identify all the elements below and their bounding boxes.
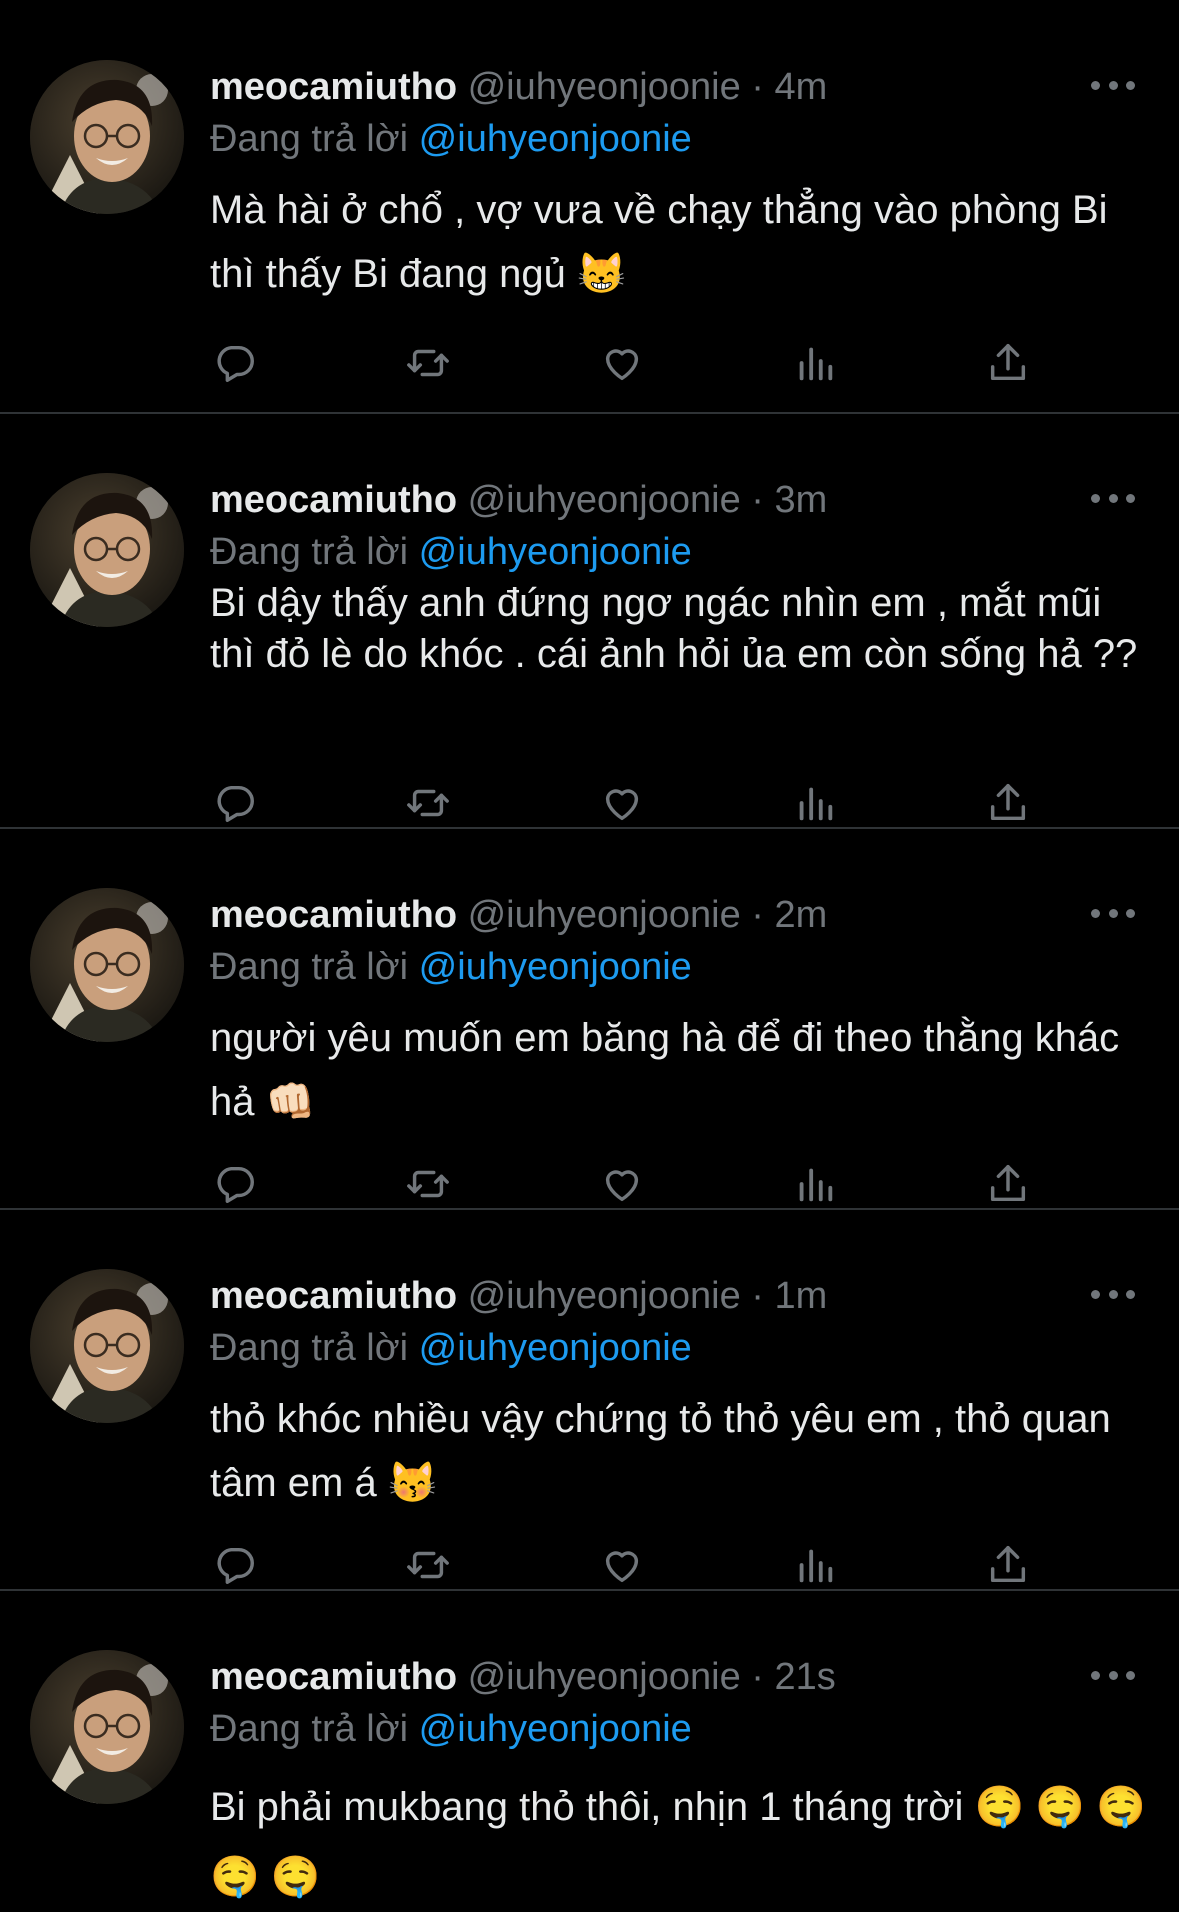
display-name[interactable]: meocamiutho xyxy=(210,1656,457,1698)
replying-to: Đang trả lời @iuhyeonjoonie xyxy=(210,942,692,992)
display-name[interactable]: meocamiutho xyxy=(210,479,457,521)
more-icon[interactable] xyxy=(1091,1279,1135,1309)
action-bar xyxy=(210,1540,1060,1590)
display-name[interactable]: meocamiutho xyxy=(210,66,457,108)
reply-mention[interactable]: @iuhyeonjoonie xyxy=(419,118,692,160)
replying-to-label: Đang trả lời xyxy=(210,1327,409,1369)
tweet[interactable]: meocamiutho @iuhyeonjoonie · 3m Đang trả… xyxy=(0,413,1179,827)
user-handle[interactable]: @iuhyeonjoonie xyxy=(468,66,741,108)
replying-to-label: Đang trả lời xyxy=(210,118,409,160)
share-icon[interactable] xyxy=(983,1159,1033,1209)
tweet-text: Bi phải mukbang thỏ thôi, nhịn 1 tháng t… xyxy=(210,1785,1147,1899)
replying-to: Đang trả lời @iuhyeonjoonie xyxy=(210,114,692,164)
retweet-icon[interactable] xyxy=(403,1540,453,1590)
user-handle[interactable]: @iuhyeonjoonie xyxy=(468,1656,741,1698)
tweet-header: meocamiutho @iuhyeonjoonie · 1m xyxy=(210,1271,827,1321)
timestamp[interactable]: 2m xyxy=(775,894,828,936)
timestamp[interactable]: 1m xyxy=(775,1275,828,1317)
more-icon[interactable] xyxy=(1091,898,1135,928)
reply-mention[interactable]: @iuhyeonjoonie xyxy=(419,946,692,988)
separator-dot: · xyxy=(751,479,764,521)
like-icon[interactable] xyxy=(597,778,647,828)
tweet[interactable]: meocamiutho @iuhyeonjoonie · 21s Đang tr… xyxy=(0,1590,1179,1908)
tweet-header: meocamiutho @iuhyeonjoonie · 4m xyxy=(210,62,827,112)
replying-to: Đang trả lời @iuhyeonjoonie xyxy=(210,527,692,577)
retweet-icon[interactable] xyxy=(403,1159,453,1209)
replying-to-label: Đang trả lời xyxy=(210,1708,409,1750)
reply-mention[interactable]: @iuhyeonjoonie xyxy=(419,1708,692,1750)
views-icon[interactable] xyxy=(790,338,840,388)
separator-dot: · xyxy=(751,894,764,936)
tweet-header: meocamiutho @iuhyeonjoonie · 21s xyxy=(210,1652,836,1702)
reply-icon[interactable] xyxy=(210,1540,260,1590)
tweet-text: người yêu muốn em băng hà để đi theo thằ… xyxy=(210,1016,1120,1124)
more-icon[interactable] xyxy=(1091,1660,1135,1690)
avatar[interactable] xyxy=(30,1650,184,1804)
action-bar xyxy=(210,778,1060,828)
timestamp[interactable]: 3m xyxy=(775,479,828,521)
tweet-header: meocamiutho @iuhyeonjoonie · 2m xyxy=(210,890,827,940)
retweet-icon[interactable] xyxy=(403,338,453,388)
reply-icon[interactable] xyxy=(210,338,260,388)
tweet-header: meocamiutho @iuhyeonjoonie · 3m xyxy=(210,475,827,525)
replying-to-label: Đang trả lời xyxy=(210,946,409,988)
avatar[interactable] xyxy=(30,60,184,214)
reply-mention[interactable]: @iuhyeonjoonie xyxy=(419,531,692,573)
tweet-text: Bi dậy thấy anh đứng ngơ ngác nhìn em , … xyxy=(210,581,1138,676)
more-icon[interactable] xyxy=(1091,70,1135,100)
avatar[interactable] xyxy=(30,473,184,627)
retweet-icon[interactable] xyxy=(403,778,453,828)
like-icon[interactable] xyxy=(597,1540,647,1590)
avatar[interactable] xyxy=(30,1269,184,1423)
user-handle[interactable]: @iuhyeonjoonie xyxy=(468,894,741,936)
separator-dot: · xyxy=(751,1656,764,1698)
views-icon[interactable] xyxy=(790,778,840,828)
reply-icon[interactable] xyxy=(210,1159,260,1209)
user-handle[interactable]: @iuhyeonjoonie xyxy=(468,479,741,521)
avatar[interactable] xyxy=(30,888,184,1042)
separator-dot: · xyxy=(751,1275,764,1317)
separator-dot: · xyxy=(751,66,764,108)
views-icon[interactable] xyxy=(790,1159,840,1209)
share-icon[interactable] xyxy=(983,338,1033,388)
replying-to: Đang trả lời @iuhyeonjoonie xyxy=(210,1704,692,1754)
user-handle[interactable]: @iuhyeonjoonie xyxy=(468,1275,741,1317)
display-name[interactable]: meocamiutho xyxy=(210,1275,457,1317)
views-icon[interactable] xyxy=(790,1540,840,1590)
tweet[interactable]: meocamiutho @iuhyeonjoonie · 1m Đang trả… xyxy=(0,1209,1179,1589)
tweet[interactable]: meocamiutho @iuhyeonjoonie · 4m Đang trả… xyxy=(0,0,1179,412)
action-bar xyxy=(210,338,1060,388)
replying-to-label: Đang trả lời xyxy=(210,531,409,573)
display-name[interactable]: meocamiutho xyxy=(210,894,457,936)
like-icon[interactable] xyxy=(597,338,647,388)
like-icon[interactable] xyxy=(597,1159,647,1209)
replying-to: Đang trả lời @iuhyeonjoonie xyxy=(210,1323,692,1373)
share-icon[interactable] xyxy=(983,778,1033,828)
reply-mention[interactable]: @iuhyeonjoonie xyxy=(419,1327,692,1369)
more-icon[interactable] xyxy=(1091,483,1135,513)
action-bar xyxy=(210,1159,1060,1209)
timestamp[interactable]: 4m xyxy=(775,66,828,108)
tweet-text: Mà hài ở chổ , vợ vưa về chạy thẳng vào … xyxy=(210,188,1108,296)
tweet[interactable]: meocamiutho @iuhyeonjoonie · 2m Đang trả… xyxy=(0,828,1179,1208)
tweet-text: thỏ khóc nhiều vậy chứng tỏ thỏ yêu em ,… xyxy=(210,1397,1111,1505)
timestamp[interactable]: 21s xyxy=(775,1656,836,1698)
share-icon[interactable] xyxy=(983,1540,1033,1590)
reply-icon[interactable] xyxy=(210,778,260,828)
